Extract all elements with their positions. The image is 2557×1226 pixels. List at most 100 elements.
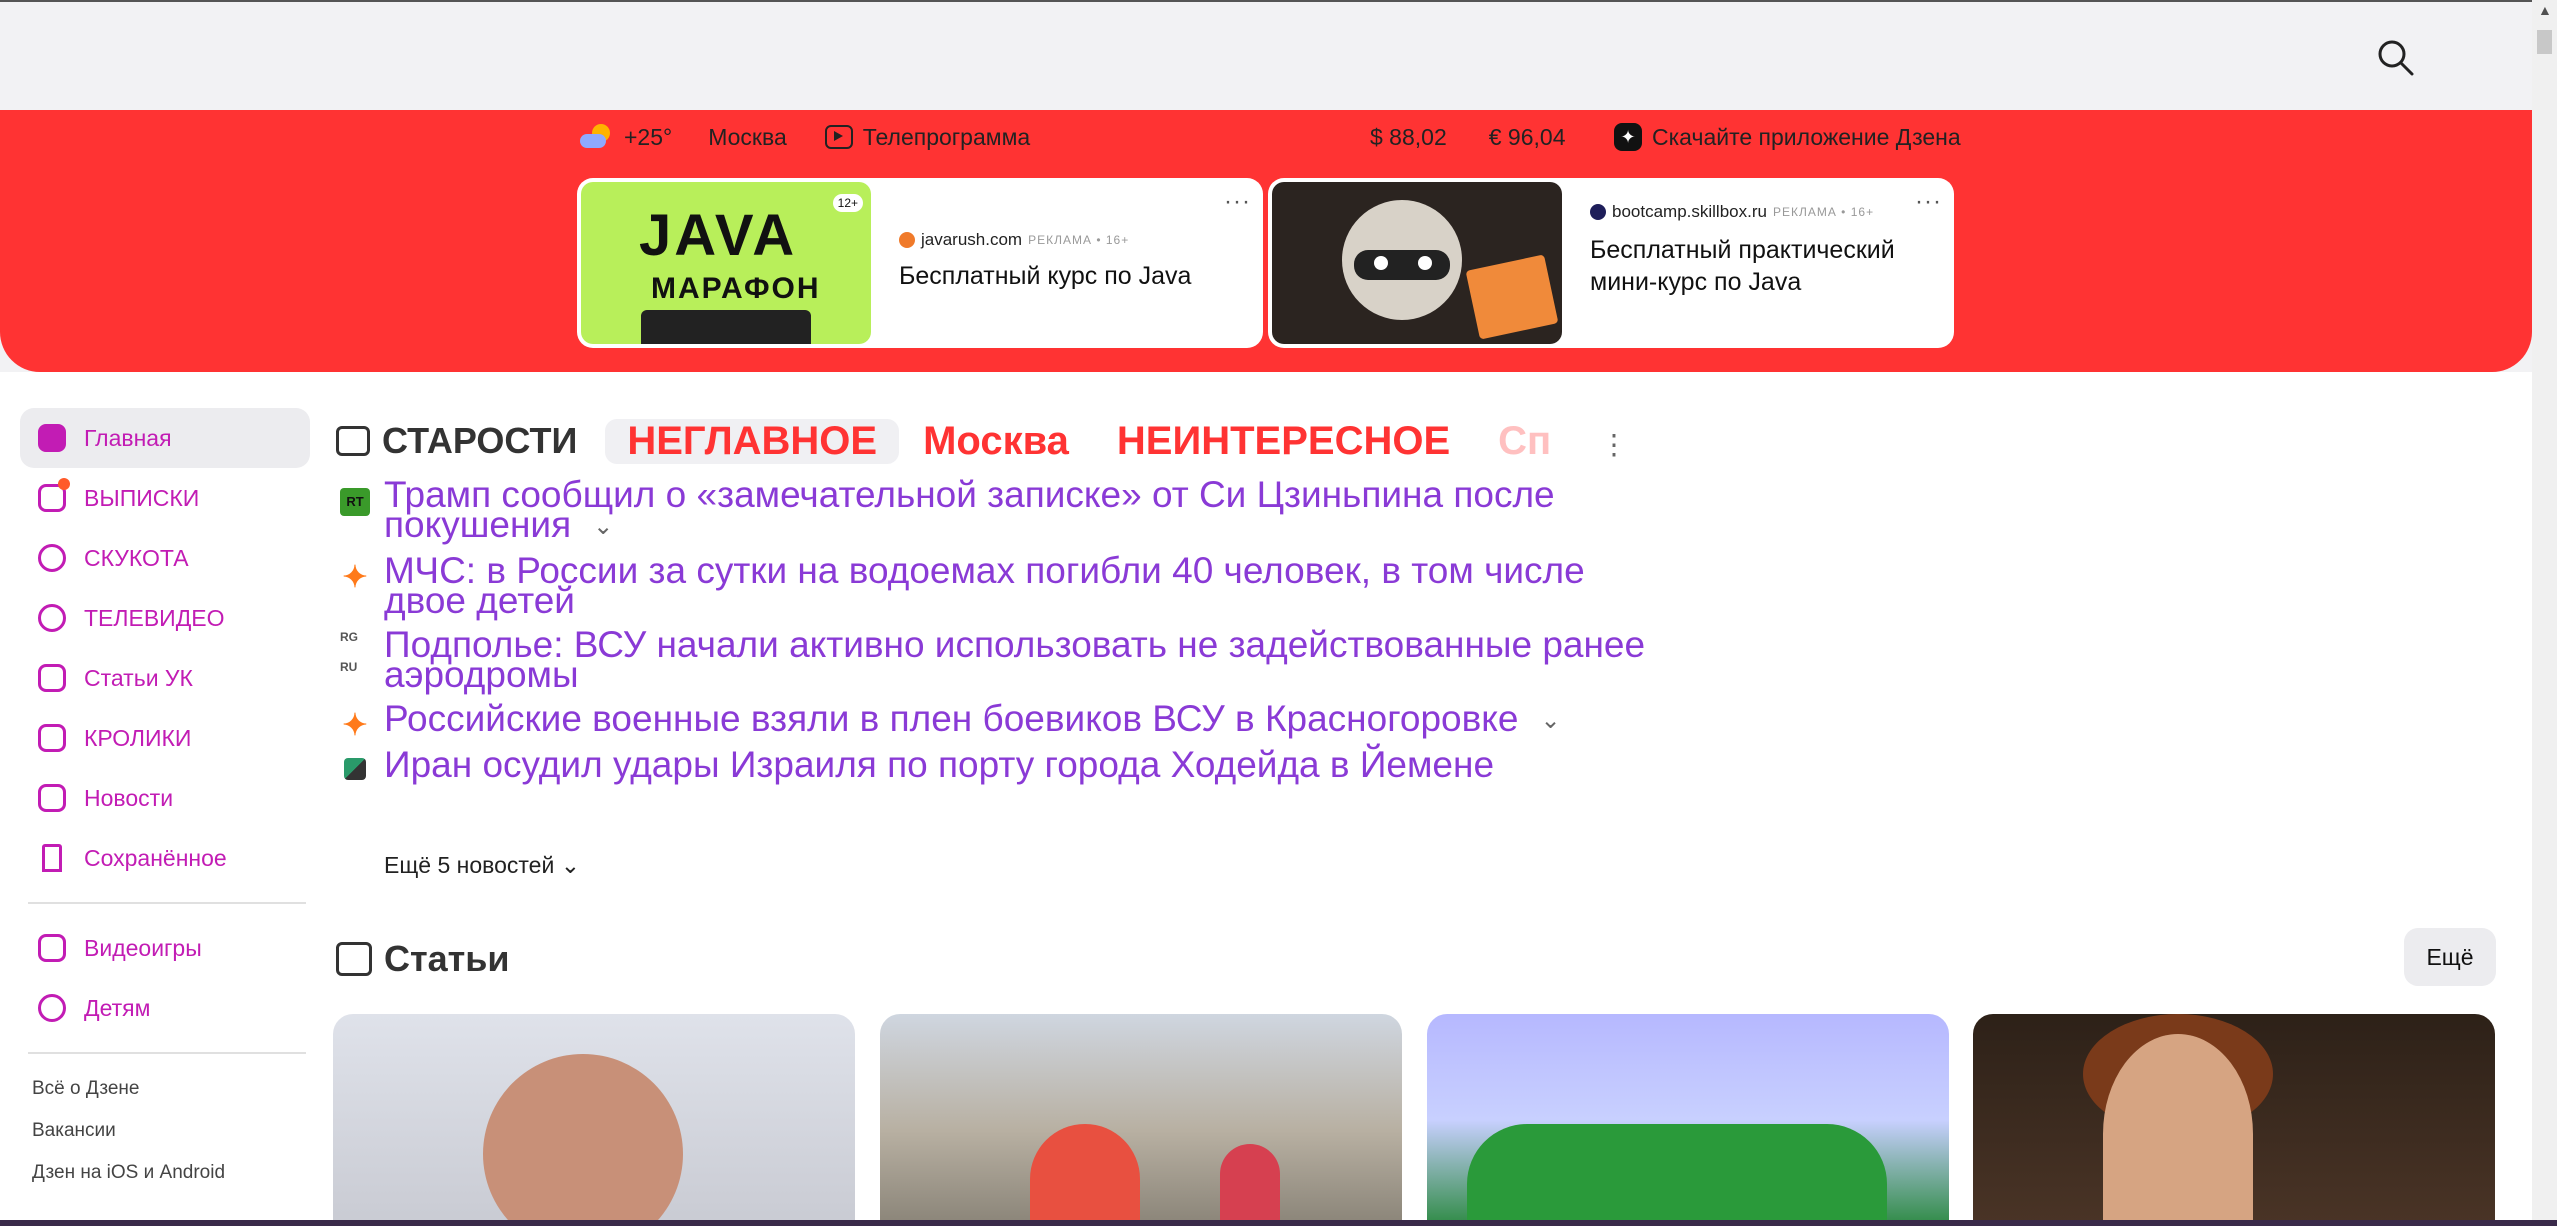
sidebar-item-discover[interactable]: СКУКОТА xyxy=(20,528,310,588)
footer-link-about[interactable]: Всё о Дзене xyxy=(20,1068,310,1110)
notification-dot xyxy=(58,478,70,490)
weather-widget[interactable]: +25° Москва Телепрограмма xyxy=(580,120,1030,154)
articles-more-button[interactable]: Ещё xyxy=(2404,928,2496,986)
ad-title[interactable]: Бесплатный курс по Java xyxy=(899,260,1239,292)
news-item[interactable]: Иран осудил удары Израиля по порту город… xyxy=(336,746,1656,783)
sidebar-item-shorts[interactable]: КРОЛИКИ xyxy=(20,708,310,768)
news-section-title[interactable]: СТАРОСТИ xyxy=(382,420,577,462)
footer-link-apps[interactable]: Дзен на iOS и Android xyxy=(20,1152,310,1194)
sidebar-item-video[interactable]: ТЕЛЕВИДЕО xyxy=(20,588,310,648)
ad-source-domain: bootcamp.skillbox.ru xyxy=(1612,202,1767,221)
footer-link-jobs[interactable]: Вакансии xyxy=(20,1110,310,1152)
search-icon[interactable] xyxy=(2374,36,2416,78)
sidebar-item-label: КРОЛИКИ xyxy=(84,724,192,751)
currency-rates[interactable]: $ 88,02 € 96,04 xyxy=(1370,120,1566,154)
source-rg-icon: RG RU xyxy=(340,630,358,675)
ad-source[interactable]: bootcamp.skillbox.ru РЕКЛАМА • 16+ xyxy=(1590,202,1874,222)
source-favicon-icon xyxy=(1590,204,1606,220)
ad-source-domain: javarush.com xyxy=(921,230,1023,249)
ad-card-skillbox[interactable]: bootcamp.skillbox.ru РЕКЛАМА • 16+ Беспл… xyxy=(1268,178,1954,348)
ad-label: РЕКЛАМА • 16+ xyxy=(1028,233,1130,247)
tv-program-link[interactable]: Телепрограмма xyxy=(824,123,1031,151)
ad-title[interactable]: Бесплатный практический мини-курс по Jav… xyxy=(1590,234,1950,298)
news-header: СТАРОСТИ НЕГЛАВНОЕ Москва НЕИНТЕРЕСНОЕ С… xyxy=(336,418,1616,464)
articles-header: Статьи xyxy=(336,936,510,982)
city-link[interactable]: Москва xyxy=(708,124,787,151)
news-headline[interactable]: Подполье: ВСУ начали активно использоват… xyxy=(384,624,1645,695)
scroll-up-arrow-icon[interactable]: ▲ xyxy=(2538,2,2552,18)
sidebar-divider xyxy=(28,1052,306,1054)
ad-label: РЕКЛАМА • 16+ xyxy=(1772,205,1875,219)
laptop-illustration xyxy=(641,310,811,344)
more-news-link[interactable]: Ещё 5 новостей ⌄ xyxy=(384,852,580,879)
taskbar-edge xyxy=(0,1220,2557,1226)
sidebar-item-label: Сохранённое xyxy=(84,844,227,871)
source-ria-icon: ✦ xyxy=(342,709,368,743)
ad-image-subtext: МАРАФОН xyxy=(651,272,821,305)
ad-source[interactable]: javarush.com РЕКЛАМА • 16+ xyxy=(899,230,1129,250)
article-card[interactable] xyxy=(1427,1014,1949,1226)
sidebar-item-label: Видеоигры xyxy=(84,934,202,961)
article-card[interactable] xyxy=(333,1014,855,1226)
sidebar-item-kids[interactable]: Детям xyxy=(20,978,310,1038)
article-card[interactable] xyxy=(1973,1014,2495,1226)
source-ria-icon: ✦ xyxy=(342,561,368,595)
ad-card-javarush[interactable]: JAVA МАРАФОН 12+ javarush.com РЕКЛАМА • … xyxy=(577,178,1263,348)
news-tab-moscow[interactable]: Москва xyxy=(923,419,1069,464)
news-headline[interactable]: МЧС: в России за сутки на водоемах погиб… xyxy=(384,550,1585,621)
news-item[interactable]: RT Трамп сообщил о «замечательной записк… xyxy=(336,476,1656,543)
page-scrollbar[interactable]: ▲ xyxy=(2532,0,2557,1226)
article-image-illustration xyxy=(1467,1124,1887,1226)
tv-program-label: Телепрограмма xyxy=(862,123,1031,150)
news-tabs-more-icon[interactable]: ⋮ xyxy=(1600,428,1628,461)
ad-more-icon[interactable]: ··· xyxy=(1915,188,1942,216)
book-icon xyxy=(38,664,66,692)
compass-icon xyxy=(38,544,66,572)
scroll-thumb[interactable] xyxy=(2537,30,2552,54)
article-image-people xyxy=(1030,1124,1140,1226)
sidebar-item-saved[interactable]: Сохранённое xyxy=(20,828,310,888)
articles-section-title[interactable]: Статьи xyxy=(384,938,510,980)
app-download-label: Скачайте приложение Дзена xyxy=(1652,123,1961,150)
gamepad-icon xyxy=(38,934,66,962)
ad-more-icon[interactable]: ··· xyxy=(1224,188,1251,216)
kids-icon xyxy=(38,994,66,1022)
app-download-link[interactable]: ✦ Скачайте приложение Дзена xyxy=(1614,120,1961,154)
source-publisher-icon xyxy=(344,758,366,781)
sidebar-item-articles[interactable]: Статьи УК xyxy=(20,648,310,708)
sidebar-item-home[interactable]: Главная xyxy=(20,408,310,468)
news-item[interactable]: ✦ МЧС: в России за сутки на водоемах пог… xyxy=(336,552,1656,619)
weather-icon xyxy=(580,122,616,152)
news-icon xyxy=(38,784,66,812)
sidebar: Главная ВЫПИСКИ СКУКОТА ТЕЛЕВИДЕО Статьи… xyxy=(20,408,310,1194)
video-icon xyxy=(38,604,66,632)
eur-rate: € 96,04 xyxy=(1488,123,1566,150)
temperature: +25° xyxy=(624,123,673,150)
sidebar-item-label: Главная xyxy=(84,424,172,451)
news-tab-sport[interactable]: Сп xyxy=(1498,419,1551,464)
expand-chevron-icon[interactable]: ⌄ xyxy=(1540,706,1560,736)
news-headline[interactable]: Трамп сообщил о «замечательной записке» … xyxy=(384,474,1555,545)
news-tab-interesting[interactable]: НЕИНТЕРЕСНОЕ xyxy=(1117,419,1450,464)
top-bar xyxy=(0,0,2532,110)
expand-chevron-icon[interactable]: ⌄ xyxy=(593,512,613,542)
ad-image-text: JAVA xyxy=(639,203,798,268)
news-headline[interactable]: Российские военные взяли в плен боевиков… xyxy=(384,698,1518,739)
news-tab-main[interactable]: НЕГЛАВНОЕ xyxy=(605,418,900,464)
more-news-label: Ещё 5 новостей xyxy=(384,852,555,878)
article-card[interactable] xyxy=(880,1014,1402,1226)
sidebar-divider xyxy=(28,902,306,904)
news-headline[interactable]: Иран осудил удары Израиля по порту город… xyxy=(384,744,1494,785)
ad-image: JAVA МАРАФОН 12+ xyxy=(581,182,871,344)
usd-rate: $ 88,02 xyxy=(1370,123,1447,150)
bookmark-icon xyxy=(42,844,62,872)
sidebar-item-subscriptions[interactable]: ВЫПИСКИ xyxy=(20,468,310,528)
news-item[interactable]: RG RU Подполье: ВСУ начали активно испол… xyxy=(336,626,1656,693)
java-box-illustration xyxy=(1465,254,1559,340)
sidebar-item-news[interactable]: Новости xyxy=(20,768,310,828)
sidebar-item-games[interactable]: Видеоигры xyxy=(20,918,310,978)
article-image-portrait xyxy=(483,1054,683,1226)
news-item[interactable]: ✦ Российские военные взяли в плен боевик… xyxy=(336,700,1656,741)
header-banner xyxy=(0,110,2532,372)
age-badge: 12+ xyxy=(832,194,863,212)
